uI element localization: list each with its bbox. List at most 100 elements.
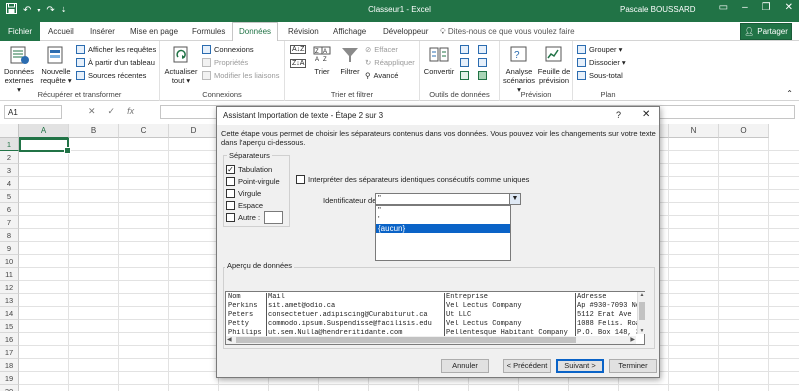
dropdown-option[interactable]: " — [376, 206, 510, 215]
sort-za-icon[interactable]: Z↓A — [290, 59, 307, 68]
column-header[interactable]: N — [669, 124, 719, 138]
ribbon-display-icon[interactable]: ▭ — [719, 2, 728, 13]
minimize-icon[interactable]: – — [742, 2, 748, 13]
row-header[interactable]: 1 — [0, 138, 19, 151]
preview-horizontal-scrollbar[interactable]: ◀ ▶ — [226, 336, 636, 344]
dropdown-option[interactable]: ' — [376, 215, 510, 224]
column-header[interactable]: A — [19, 124, 69, 138]
selected-cell[interactable] — [19, 138, 71, 154]
column-header[interactable]: B — [69, 124, 119, 138]
row-header[interactable]: 9 — [0, 242, 19, 255]
select-all-corner[interactable] — [0, 124, 19, 138]
other-checkbox[interactable]: Autre : — [226, 213, 260, 222]
comma-checkbox[interactable]: Virgule — [226, 189, 261, 198]
scroll-right-icon[interactable]: ▶ — [630, 336, 635, 343]
column-header[interactable]: D — [169, 124, 219, 138]
row-header[interactable]: 18 — [0, 359, 19, 372]
forecast-sheet-button[interactable]: Feuille de prévision — [536, 45, 572, 85]
row-header[interactable]: 5 — [0, 190, 19, 203]
show-queries-button[interactable]: Afficher les requêtes — [76, 45, 156, 54]
what-if-analysis-button[interactable]: ? Analyse scénarios ▾ — [502, 45, 536, 94]
advanced-filter-button[interactable]: ⚲ Avancé — [365, 71, 398, 80]
tell-me-box[interactable]: 💡︎ Dites-nous ce que vous voulez faire — [440, 27, 575, 37]
row-header[interactable]: 20 — [0, 385, 19, 391]
column-header[interactable]: O — [719, 124, 769, 138]
sort-button[interactable]: ZAAZ Trier — [309, 45, 335, 76]
data-validation-icon[interactable] — [460, 71, 469, 80]
collapse-ribbon-icon[interactable]: ⌃ — [786, 89, 793, 98]
tab-home[interactable]: Accueil — [43, 25, 79, 38]
chevron-down-icon[interactable]: ▼ — [509, 194, 520, 204]
row-header[interactable]: 10 — [0, 255, 19, 268]
clear-filter-button[interactable]: ⊘ Effacer — [365, 45, 398, 54]
relationships-icon[interactable] — [478, 58, 487, 67]
scroll-up-icon[interactable]: ▲ — [638, 292, 646, 298]
previous-button[interactable]: < Précédent — [503, 359, 551, 373]
tab-checkbox[interactable]: ✓ Tabulation — [226, 165, 272, 174]
connections-button[interactable]: Connexions — [202, 45, 254, 54]
row-header[interactable]: 4 — [0, 177, 19, 190]
data-model-icon[interactable] — [478, 71, 487, 80]
help-icon[interactable]: ? — [616, 110, 621, 120]
sort-az-icon[interactable]: A↓Z — [290, 45, 307, 54]
next-button[interactable]: Suivant > — [556, 359, 604, 373]
tab-view[interactable]: Affichage — [328, 25, 371, 38]
row-header[interactable]: 16 — [0, 333, 19, 346]
tab-data[interactable]: Données — [232, 22, 279, 42]
new-query-button[interactable]: Nouvelle requête ▾ — [38, 45, 74, 85]
recent-sources-button[interactable]: Sources récentes — [76, 71, 146, 80]
dropdown-option-selected[interactable]: {aucun} — [376, 224, 510, 233]
scroll-down-icon[interactable]: ▼ — [638, 328, 646, 334]
semicolon-checkbox[interactable]: Point-virgule — [226, 177, 280, 186]
row-header[interactable]: 2 — [0, 151, 19, 164]
row-header[interactable]: 11 — [0, 268, 19, 281]
row-header[interactable]: 7 — [0, 216, 19, 229]
consolidate-icon[interactable] — [478, 45, 487, 54]
row-header[interactable]: 15 — [0, 320, 19, 333]
tab-formulas[interactable]: Formules — [187, 25, 230, 38]
user-name[interactable]: Pascale BOUSSARD — [620, 5, 696, 14]
row-header[interactable]: 8 — [0, 229, 19, 242]
external-data-button[interactable]: Données externes ▾ — [2, 45, 36, 94]
scroll-thumb[interactable] — [236, 337, 576, 343]
share-button[interactable]: 👤︎ Partager — [740, 23, 792, 40]
column-header[interactable]: C — [119, 124, 169, 138]
text-to-columns-button[interactable]: Convertir — [422, 45, 456, 76]
scroll-thumb[interactable] — [639, 302, 645, 320]
finish-button[interactable]: Terminer — [609, 359, 657, 373]
group-button[interactable]: Grouper ▾ — [577, 45, 622, 54]
close-icon[interactable]: ✕ — [642, 109, 650, 120]
cancel-button[interactable]: Annuler — [441, 359, 489, 373]
other-separator-input[interactable] — [264, 211, 283, 224]
scroll-left-icon[interactable]: ◀ — [227, 336, 232, 343]
tab-file[interactable]: Fichier — [0, 22, 41, 41]
preview-vertical-scrollbar[interactable]: ▲ ▼ — [637, 292, 645, 334]
name-box[interactable]: A1 — [4, 105, 62, 119]
refresh-all-button[interactable]: Actualiser tout ▾ — [164, 45, 198, 85]
properties-button[interactable]: Propriétés — [202, 58, 248, 67]
row-header[interactable]: 3 — [0, 164, 19, 177]
tab-review[interactable]: Révision — [283, 25, 324, 38]
subtotal-button[interactable]: Sous-total — [577, 71, 623, 80]
ungroup-button[interactable]: Dissocier ▾ — [577, 58, 626, 67]
flash-fill-icon[interactable] — [460, 45, 469, 54]
text-qualifier-select[interactable]: " ▼ — [375, 193, 521, 205]
remove-duplicates-icon[interactable] — [460, 58, 469, 67]
close-window-icon[interactable]: ✕ — [785, 2, 793, 13]
row-header[interactable]: 14 — [0, 307, 19, 320]
row-header[interactable]: 17 — [0, 346, 19, 359]
row-header[interactable]: 19 — [0, 372, 19, 385]
enter-icon[interactable]: ✓ — [108, 106, 116, 117]
row-header[interactable]: 12 — [0, 281, 19, 294]
reapply-button[interactable]: ↻ Réappliquer — [365, 58, 415, 67]
edit-links-button[interactable]: Modifier les liaisons — [202, 71, 279, 80]
insert-function-icon[interactable]: fx — [127, 106, 134, 117]
tab-developer[interactable]: Développeur — [378, 25, 433, 38]
from-table-button[interactable]: À partir d'un tableau — [76, 58, 155, 67]
row-header[interactable]: 6 — [0, 203, 19, 216]
tab-insert[interactable]: Insérer — [85, 25, 120, 38]
space-checkbox[interactable]: Espace — [226, 201, 263, 210]
cancel-icon[interactable]: ✕ — [88, 106, 96, 117]
row-header[interactable]: 13 — [0, 294, 19, 307]
consecutive-delimiters-checkbox[interactable]: Interpréter des séparateurs identiques c… — [296, 175, 529, 184]
